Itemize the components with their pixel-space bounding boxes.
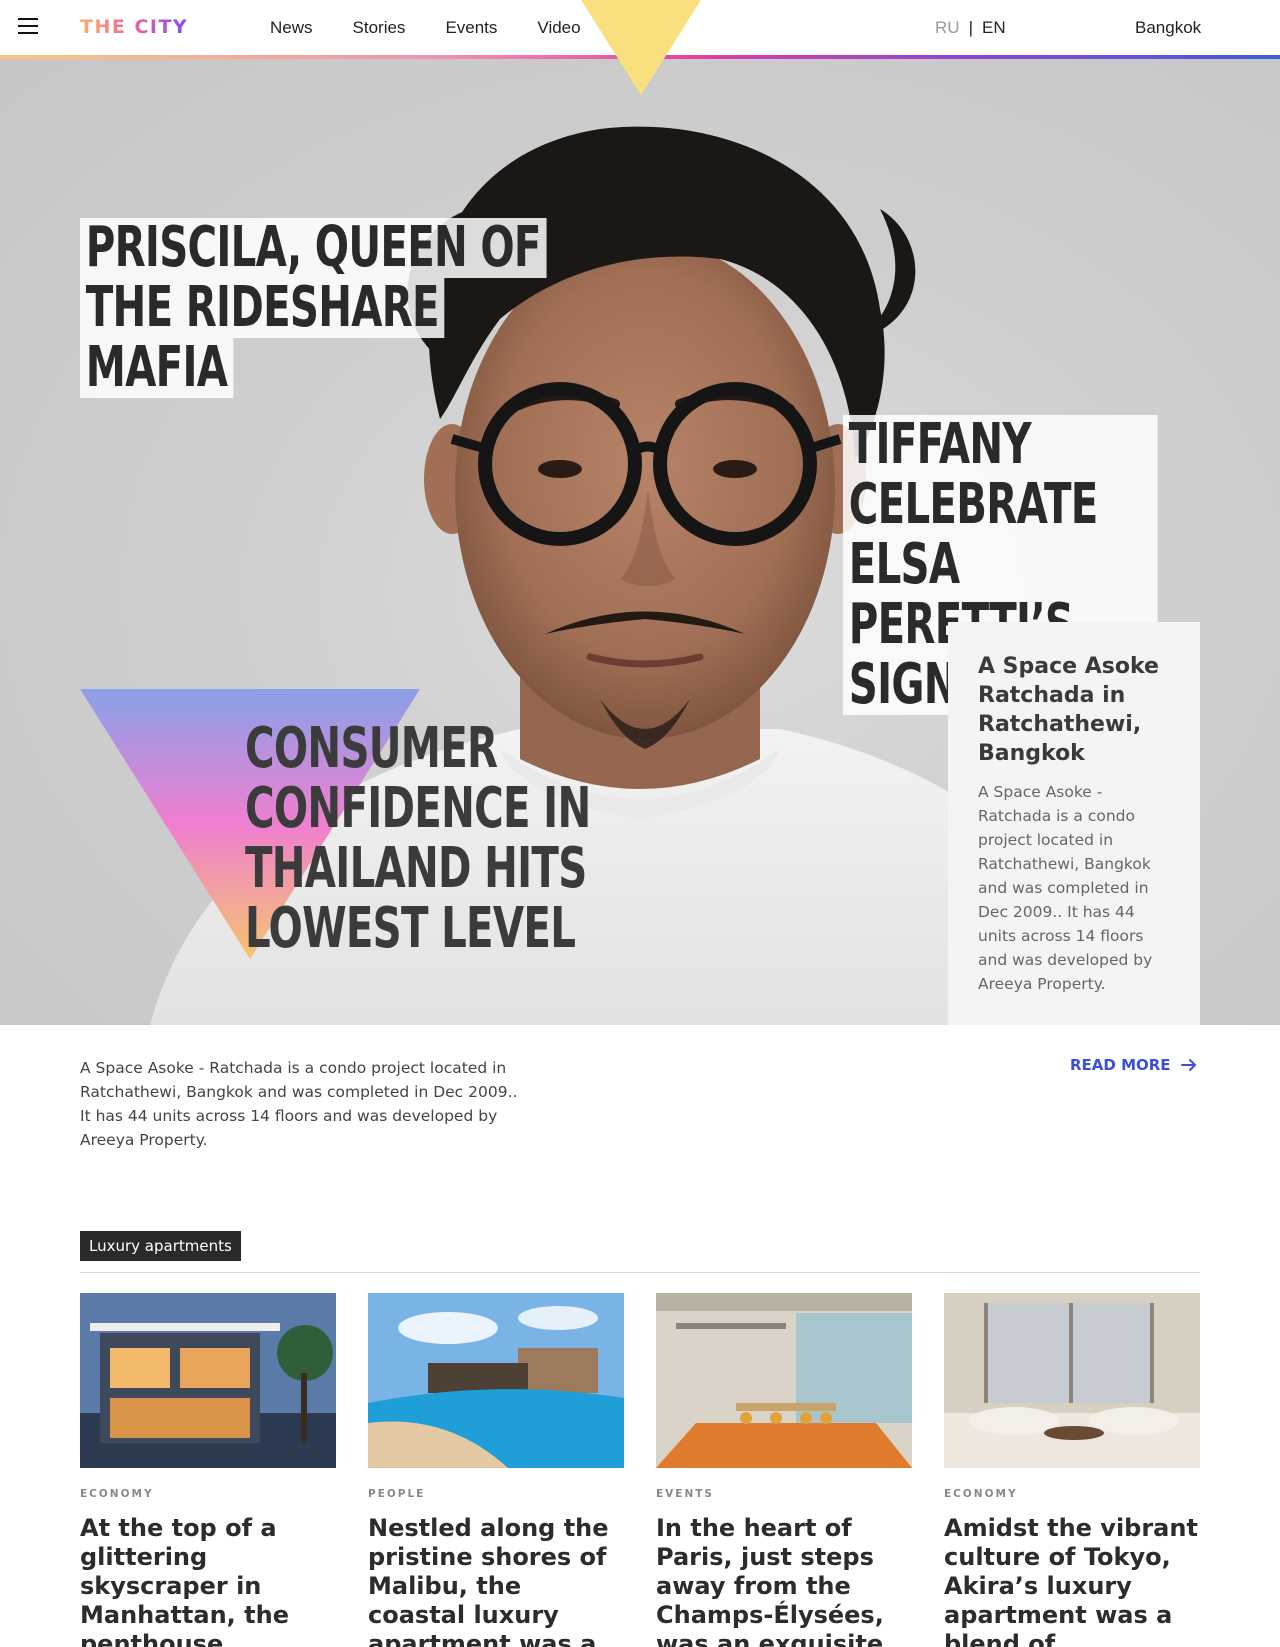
nav-events[interactable]: Events — [445, 18, 497, 38]
headline-consumer-confidence[interactable]: CONSUMER CONFIDENCE IN THAILAND HITS LOW… — [245, 716, 591, 961]
article-card[interactable]: PEOPLE Nestled along the pristine shores… — [368, 1293, 624, 1647]
headline-line: TIFFANY CELEBRATE — [843, 415, 1158, 535]
arrow-right-icon — [1180, 1059, 1196, 1071]
nav-news[interactable]: News — [270, 18, 313, 38]
article-thumbnail[interactable] — [368, 1293, 624, 1468]
headline-line: PRISCILA, QUEEN OF — [80, 218, 547, 278]
city-selector[interactable]: Bangkok — [1135, 18, 1201, 38]
article-title[interactable]: Amidst the vibrant culture of Tokyo, Aki… — [944, 1514, 1200, 1647]
article-title[interactable]: In the heart of Paris, just steps away f… — [656, 1514, 912, 1647]
headline-line: CONSUMER — [245, 716, 498, 781]
article-thumbnail[interactable] — [80, 1293, 336, 1468]
read-more-link[interactable]: READ MORE — [1070, 1056, 1197, 1074]
headline-line: LOWEST LEVEL — [245, 896, 576, 961]
article-category: PEOPLE — [368, 1488, 426, 1500]
headline-line: MAFIA — [80, 338, 233, 398]
featured-card[interactable]: A Space Asoke Ratchada in Ratchathewi, B… — [948, 622, 1200, 1025]
article-category: ECONOMY — [944, 1488, 1018, 1500]
hamburger-icon[interactable] — [18, 18, 38, 36]
article-card[interactable]: ECONOMY Amidst the vibrant culture of To… — [944, 1293, 1200, 1647]
featured-card-text: A Space Asoke - Ratchada is a condo proj… — [978, 783, 1153, 993]
article-category: ECONOMY — [80, 1488, 154, 1500]
article-thumbnail[interactable] — [944, 1293, 1200, 1468]
site-logo[interactable]: THE CITY — [80, 16, 188, 38]
lang-en[interactable]: EN — [982, 18, 1006, 37]
article-list: ECONOMY At the top of a glittering skysc… — [80, 1293, 1200, 1647]
headline-line: THE RIDESHARE — [80, 278, 445, 338]
article-card[interactable]: ECONOMY At the top of a glittering skysc… — [80, 1293, 336, 1647]
article-title[interactable]: Nestled along the pristine shores of Mal… — [368, 1514, 624, 1647]
section-divider — [80, 1272, 1200, 1273]
featured-card-title: A Space Asoke Ratchada in Ratchathewi, B… — [978, 654, 1159, 766]
language-switcher: RU | EN — [935, 18, 1006, 38]
lang-ru[interactable]: RU — [935, 18, 960, 37]
main-nav: News Stories Events Video — [270, 18, 581, 38]
article-title[interactable]: At the top of a glittering skyscraper in… — [80, 1514, 336, 1647]
nav-video[interactable]: Video — [537, 18, 580, 38]
hero: PRISCILA, QUEEN OF THE RIDESHARE MAFIA T… — [0, 59, 1280, 1025]
nav-stories[interactable]: Stories — [353, 18, 406, 38]
headline-rideshare[interactable]: PRISCILA, QUEEN OF THE RIDESHARE MAFIA — [80, 218, 547, 398]
article-category: EVENTS — [656, 1488, 714, 1500]
article-card[interactable]: EVENTS In the heart of Paris, just steps… — [656, 1293, 912, 1647]
section-tag[interactable]: Luxury apartments — [80, 1231, 241, 1261]
article-thumbnail[interactable] — [656, 1293, 912, 1468]
decorative-triangle — [581, 0, 701, 95]
intro-text: A Space Asoke - Ratchada is a condo proj… — [80, 1059, 518, 1149]
read-more-label: READ MORE — [1070, 1056, 1171, 1074]
headline-line: CONFIDENCE IN — [245, 776, 591, 841]
headline-line: THAILAND HITS — [245, 836, 587, 901]
lang-separator: | — [968, 18, 973, 37]
